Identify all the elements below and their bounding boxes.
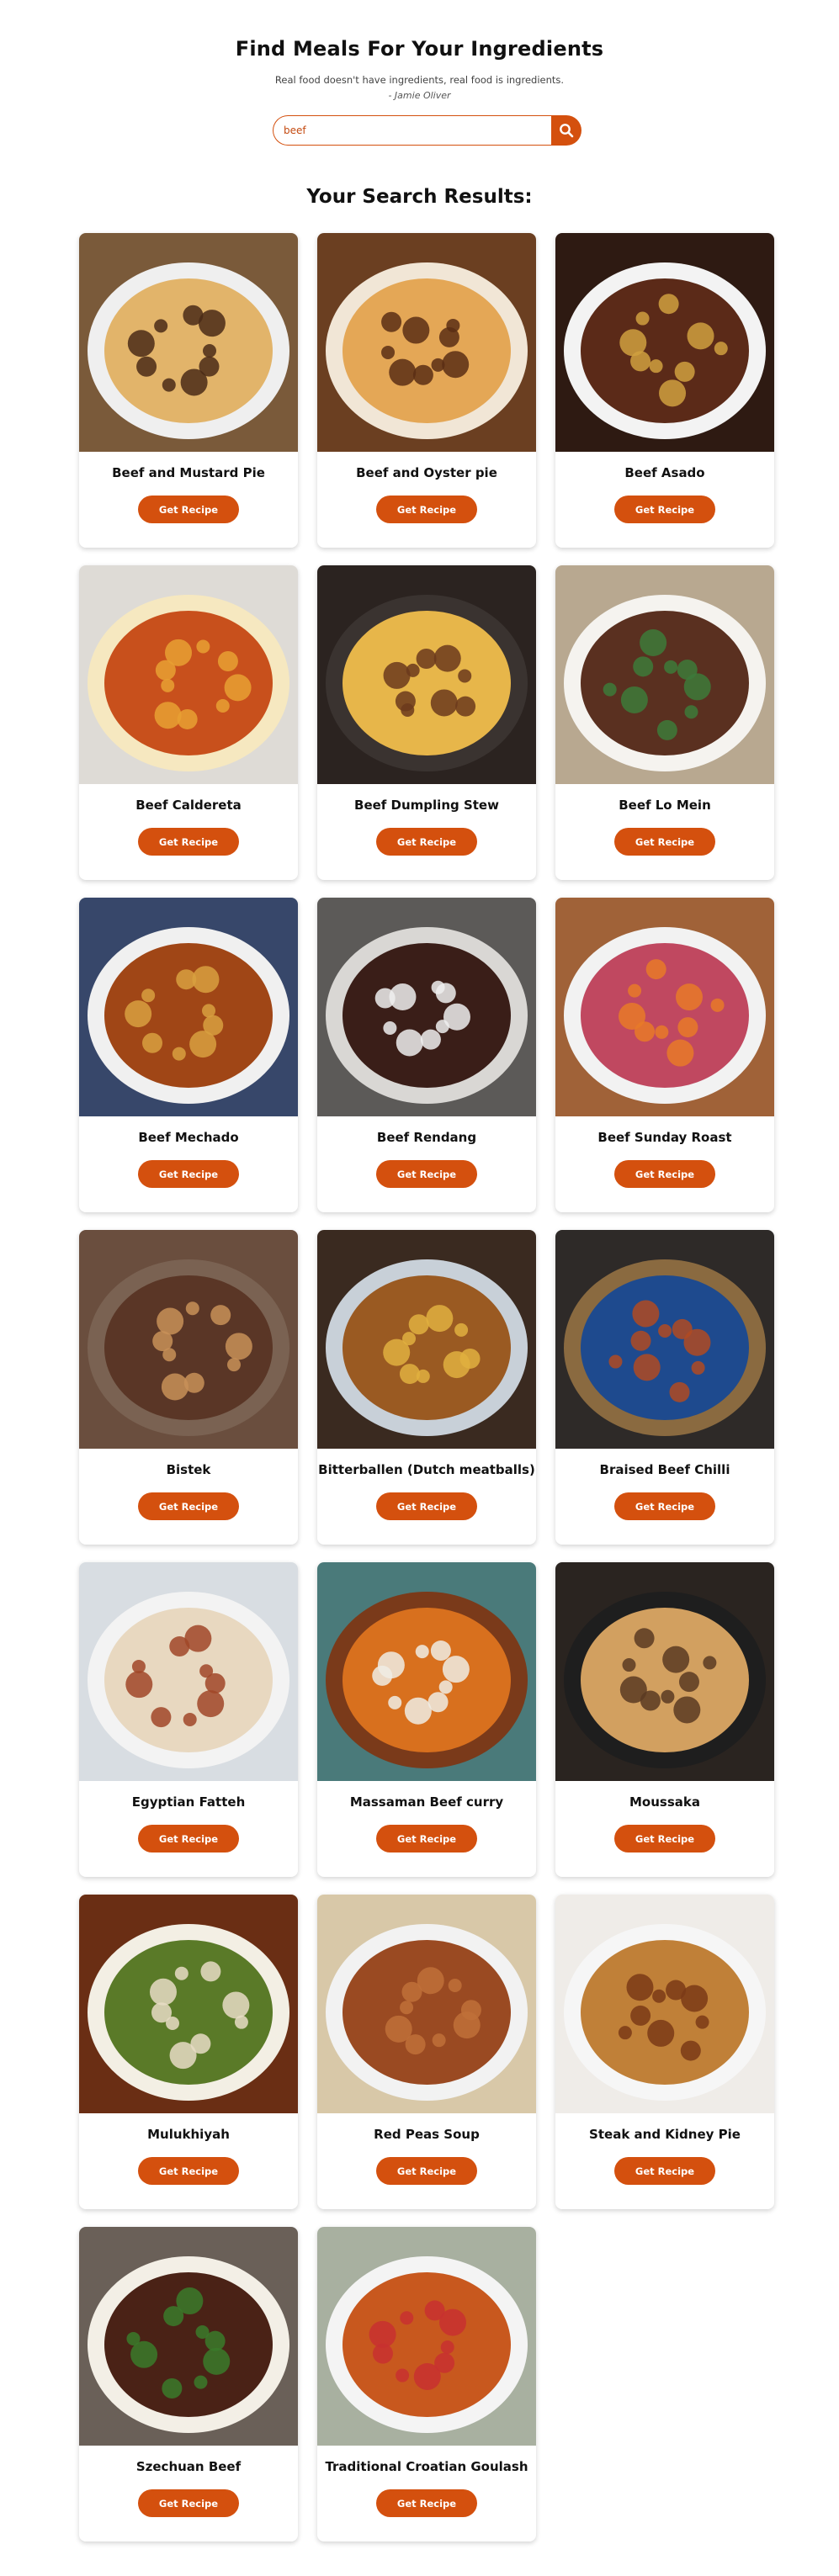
meal-image xyxy=(317,233,536,452)
meal-image xyxy=(555,1895,774,2113)
get-recipe-button[interactable]: Get Recipe xyxy=(376,2489,477,2517)
get-recipe-button[interactable]: Get Recipe xyxy=(614,828,715,856)
meal-title: Massaman Beef curry xyxy=(349,1794,504,1810)
meal-title: Beef Lo Mein xyxy=(619,798,711,813)
meal-title: Bitterballen (Dutch meatballs) xyxy=(318,1462,535,1477)
meal-card: Beef Sunday Roast Get Recipe xyxy=(555,898,774,1212)
get-recipe-button[interactable]: Get Recipe xyxy=(376,2157,477,2185)
meal-title: Szechuan Beef xyxy=(135,2459,242,2474)
meal-image xyxy=(555,1230,774,1449)
meal-title: Braised Beef Chilli xyxy=(599,1462,730,1477)
meal-image xyxy=(79,565,298,784)
meal-card: Moussaka Get Recipe xyxy=(555,1562,774,1877)
meal-image xyxy=(555,1562,774,1781)
get-recipe-button[interactable]: Get Recipe xyxy=(614,1160,715,1188)
get-recipe-button[interactable]: Get Recipe xyxy=(614,1825,715,1852)
meal-title: Beef and Mustard Pie xyxy=(112,465,265,480)
meal-card: Steak and Kidney Pie Get Recipe xyxy=(555,1895,774,2209)
get-recipe-button[interactable]: Get Recipe xyxy=(376,1825,477,1852)
get-recipe-button[interactable]: Get Recipe xyxy=(138,496,239,523)
meal-card: Red Peas Soup Get Recipe xyxy=(317,1895,536,2209)
get-recipe-button[interactable]: Get Recipe xyxy=(614,496,715,523)
meal-card: Beef Asado Get Recipe xyxy=(555,233,774,548)
get-recipe-button[interactable]: Get Recipe xyxy=(376,496,477,523)
meal-image xyxy=(555,233,774,452)
meal-image xyxy=(317,898,536,1116)
meal-title: Bistek xyxy=(166,1462,211,1477)
meal-image xyxy=(79,1230,298,1449)
meal-title: Beef Caldereta xyxy=(135,798,242,813)
search-input[interactable] xyxy=(273,115,556,146)
quote-text: Real food doesn't have ingredients, real… xyxy=(274,74,565,86)
search-button[interactable] xyxy=(551,115,581,146)
meal-card: Egyptian Fatteh Get Recipe xyxy=(79,1562,298,1877)
meal-title: Traditional Croatian Goulash xyxy=(325,2459,528,2474)
meal-card: Beef Rendang Get Recipe xyxy=(317,898,536,1212)
meal-title: Moussaka xyxy=(629,1794,700,1810)
meal-card: Traditional Croatian Goulash Get Recipe xyxy=(317,2227,536,2542)
get-recipe-button[interactable]: Get Recipe xyxy=(138,1492,239,1520)
get-recipe-button[interactable]: Get Recipe xyxy=(138,828,239,856)
meal-card: Beef Caldereta Get Recipe xyxy=(79,565,298,880)
meal-title: Beef Rendang xyxy=(376,1130,477,1145)
meal-image xyxy=(79,1895,298,2113)
meal-image xyxy=(317,1562,536,1781)
get-recipe-button[interactable]: Get Recipe xyxy=(138,1825,239,1852)
meal-image xyxy=(555,565,774,784)
meal-title: Beef and Oyster pie xyxy=(356,465,497,480)
meal-card: Szechuan Beef Get Recipe xyxy=(79,2227,298,2542)
meal-title: Beef Mechado xyxy=(138,1130,239,1145)
meal-image xyxy=(317,1230,536,1449)
page-title: Find Meals For Your Ingredients xyxy=(235,37,604,61)
meal-title: Egyptian Fatteh xyxy=(131,1794,246,1810)
meal-image xyxy=(79,1562,298,1781)
meal-title: Mulukhiyah xyxy=(147,2127,230,2142)
meal-card: Bistek Get Recipe xyxy=(79,1230,298,1545)
meal-image xyxy=(79,233,298,452)
get-recipe-button[interactable]: Get Recipe xyxy=(138,2157,239,2185)
meal-image xyxy=(317,2227,536,2446)
meal-title: Beef Sunday Roast xyxy=(597,1130,732,1145)
get-recipe-button[interactable]: Get Recipe xyxy=(376,1160,477,1188)
meal-image xyxy=(555,898,774,1116)
get-recipe-button[interactable]: Get Recipe xyxy=(376,828,477,856)
results-heading: Your Search Results: xyxy=(306,186,533,208)
meal-image xyxy=(317,1895,536,2113)
get-recipe-button[interactable]: Get Recipe xyxy=(138,2489,239,2517)
get-recipe-button[interactable]: Get Recipe xyxy=(138,1160,239,1188)
meal-card: Bitterballen (Dutch meatballs) Get Recipe xyxy=(317,1230,536,1545)
meal-title: Beef Asado xyxy=(624,465,705,480)
meal-card: Beef and Mustard Pie Get Recipe xyxy=(79,233,298,548)
search-icon xyxy=(560,124,574,138)
quote-author: - Jamie Oliver xyxy=(388,90,451,101)
meal-card: Mulukhiyah Get Recipe xyxy=(79,1895,298,2209)
get-recipe-button[interactable]: Get Recipe xyxy=(614,2157,715,2185)
meal-title: Beef Dumpling Stew xyxy=(354,798,499,813)
meal-image xyxy=(317,565,536,784)
meal-card: Beef Dumpling Stew Get Recipe xyxy=(317,565,536,880)
meal-card: Massaman Beef curry Get Recipe xyxy=(317,1562,536,1877)
get-recipe-button[interactable]: Get Recipe xyxy=(376,1492,477,1520)
meal-card: Beef Lo Mein Get Recipe xyxy=(555,565,774,880)
meal-image xyxy=(79,898,298,1116)
meal-image xyxy=(79,2227,298,2446)
search-bar xyxy=(273,115,581,146)
get-recipe-button[interactable]: Get Recipe xyxy=(614,1492,715,1520)
meal-card: Beef and Oyster pie Get Recipe xyxy=(317,233,536,548)
meal-card: Beef Mechado Get Recipe xyxy=(79,898,298,1212)
meal-title: Red Peas Soup xyxy=(374,2127,480,2142)
meal-card: Braised Beef Chilli Get Recipe xyxy=(555,1230,774,1545)
meal-title: Steak and Kidney Pie xyxy=(589,2127,741,2142)
